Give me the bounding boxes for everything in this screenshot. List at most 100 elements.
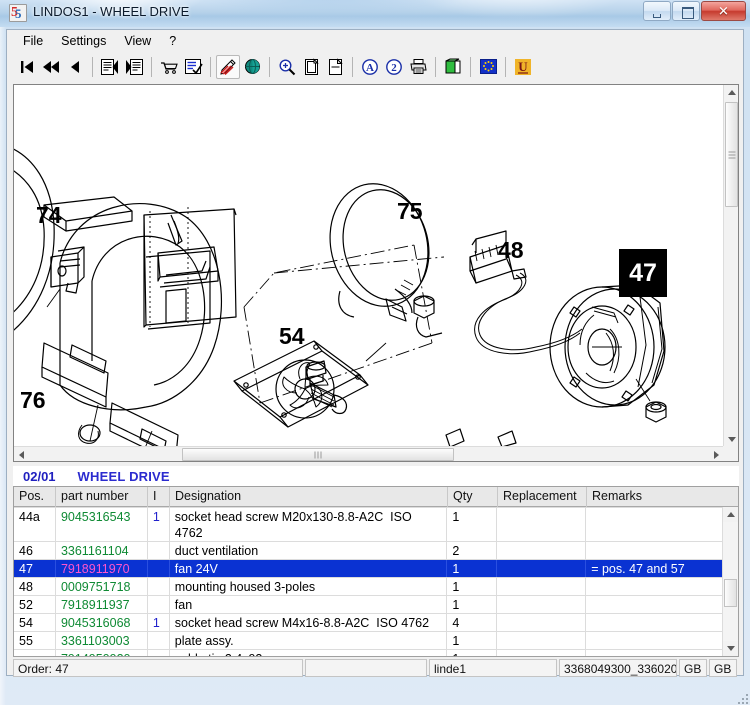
cell-replacement — [497, 578, 587, 595]
cell-remarks — [586, 508, 722, 541]
page-width-icon — [327, 57, 344, 76]
menu-settings[interactable]: Settings — [52, 32, 115, 51]
menu-view[interactable]: View — [115, 32, 160, 51]
toolbar-separator — [92, 56, 93, 77]
cell-remarks — [586, 632, 722, 649]
menu-file[interactable]: File — [14, 32, 52, 51]
cell-remarks — [586, 542, 722, 559]
page-width-button[interactable] — [323, 55, 347, 79]
document-next-button[interactable] — [122, 55, 146, 79]
table-row[interactable]: 54 9045316068 1 socket head screw M4x16-… — [14, 614, 722, 632]
column-qty[interactable]: Qty — [448, 487, 498, 507]
cell-designation: cable tie 2,4x92 — [170, 650, 448, 656]
fast-rewind-button[interactable] — [39, 55, 63, 79]
title-bar[interactable]: 5 5 LINDOS1 - WHEEL DRIVE ✕ — [0, 0, 750, 27]
parts-table[interactable]: Pos. part number I Designation Qty Repla… — [13, 486, 739, 657]
callout-74: 74 — [36, 202, 62, 228]
cell-remarks: = pos. 47 and 57 — [591, 562, 685, 576]
cell-i — [148, 596, 170, 613]
table-vertical-scrollbar[interactable] — [722, 507, 738, 656]
cell-pos — [14, 650, 56, 656]
callout-76: 76 — [20, 387, 46, 413]
scroll-right-button[interactable] — [709, 447, 724, 461]
cell-part-number: 7914950920 — [56, 650, 148, 656]
print-button[interactable] — [406, 55, 430, 79]
cell-i: 1 — [148, 508, 170, 541]
resize-grip-icon[interactable] — [734, 690, 748, 704]
cell-replacement — [497, 650, 587, 656]
status-user: linde1 — [429, 659, 557, 677]
status-document-id: 3368049300_3360201 — [559, 659, 677, 677]
callout-54: 54 — [279, 323, 305, 349]
cell-designation: fan — [170, 596, 448, 613]
cell-pos: 54 — [14, 614, 56, 631]
rewind-icon — [41, 59, 61, 75]
table-row[interactable]: 46 3361161104 duct ventilation 2 — [14, 542, 722, 560]
highlight-marker-button[interactable] — [216, 54, 240, 79]
callout-47-highlighted[interactable]: 47 — [619, 249, 667, 297]
page-fit-button[interactable] — [299, 55, 323, 79]
annotate-2-button[interactable]: 2 — [382, 55, 406, 79]
status-bar: Order: 47 linde1 3368049300_3360201 GB G… — [13, 659, 739, 677]
drawing-vertical-scrollbar[interactable] — [723, 85, 738, 447]
globe-button[interactable] — [240, 55, 264, 79]
annotate-a-button[interactable]: A — [358, 55, 382, 79]
drawing-hscroll-thumb[interactable] — [182, 448, 454, 461]
notepad-button[interactable] — [441, 55, 465, 79]
table-row-selected[interactable]: 47 7918911970 fan 24V 1 = pos. 47 and 57 — [14, 560, 722, 578]
table-row[interactable]: 48 0009751718 mounting housed 3-poles 1 — [14, 578, 722, 596]
status-empty — [305, 659, 427, 677]
toolbar-separator — [435, 56, 436, 77]
column-part-number[interactable]: part number — [56, 487, 148, 507]
cell-replacement — [497, 560, 587, 577]
status-language-1: GB — [679, 659, 707, 677]
cell-replacement — [497, 632, 587, 649]
close-icon: ✕ — [718, 3, 729, 19]
minimize-button[interactable] — [643, 1, 671, 21]
cell-i — [148, 560, 170, 577]
circle-2-icon: 2 — [385, 58, 403, 76]
table-row[interactable]: 55 3361103003 plate assy. 1 — [14, 632, 722, 650]
document-first-button[interactable] — [98, 55, 122, 79]
maximize-button[interactable] — [672, 1, 700, 21]
drawing-horizontal-scrollbar[interactable] — [14, 446, 724, 461]
table-scroll-up-button[interactable] — [723, 507, 738, 522]
table-vscroll-thumb[interactable] — [724, 579, 737, 607]
drawing-vscroll-thumb[interactable] — [725, 102, 738, 207]
table-row[interactable]: 7914950920 cable tie 2,4x92 1 — [14, 650, 722, 656]
column-designation[interactable]: Designation — [170, 487, 448, 507]
eu-flag-button[interactable] — [476, 55, 500, 79]
svg-text:A: A — [366, 62, 374, 74]
cell-qty: 1 — [447, 560, 498, 577]
callout-48: 48 — [498, 237, 524, 263]
menu-help[interactable]: ? — [160, 32, 185, 51]
document-left-icon — [100, 58, 120, 76]
zoom-button[interactable] — [275, 55, 299, 79]
previous-record-button[interactable] — [63, 55, 87, 79]
cell-i — [148, 632, 170, 649]
first-record-button[interactable] — [15, 55, 39, 79]
previous-icon — [68, 59, 82, 75]
table-row[interactable]: 44a 9045316543 1 socket head screw M20x1… — [14, 508, 722, 542]
scroll-up-button[interactable] — [724, 85, 738, 100]
underline-u-button[interactable]: U — [511, 55, 535, 79]
scroll-down-button[interactable] — [724, 432, 738, 447]
shopping-cart-button[interactable] — [157, 55, 181, 79]
status-language-2: GB — [709, 659, 737, 677]
cell-replacement — [497, 508, 587, 541]
cell-replacement — [497, 596, 587, 613]
table-scroll-down-button[interactable] — [723, 641, 738, 656]
scroll-left-button[interactable] — [14, 447, 29, 461]
column-replacement[interactable]: Replacement — [498, 487, 587, 507]
sheet-number: 02/01 — [23, 468, 56, 484]
table-row[interactable]: 52 7918911937 fan 1 — [14, 596, 722, 614]
drawing-viewer[interactable]: 74 75 48 54 76 46 52 66 47 — [13, 84, 739, 462]
cell-i — [148, 542, 170, 559]
column-i[interactable]: I — [148, 487, 170, 507]
parts-list-header: 02/01 WHEEL DRIVE — [13, 466, 739, 486]
close-button[interactable]: ✕ — [701, 1, 746, 21]
column-pos[interactable]: Pos. — [14, 487, 56, 507]
cell-part-number: 9045316068 — [56, 614, 148, 631]
column-remarks[interactable]: Remarks — [587, 487, 723, 507]
order-list-button[interactable] — [181, 55, 205, 79]
